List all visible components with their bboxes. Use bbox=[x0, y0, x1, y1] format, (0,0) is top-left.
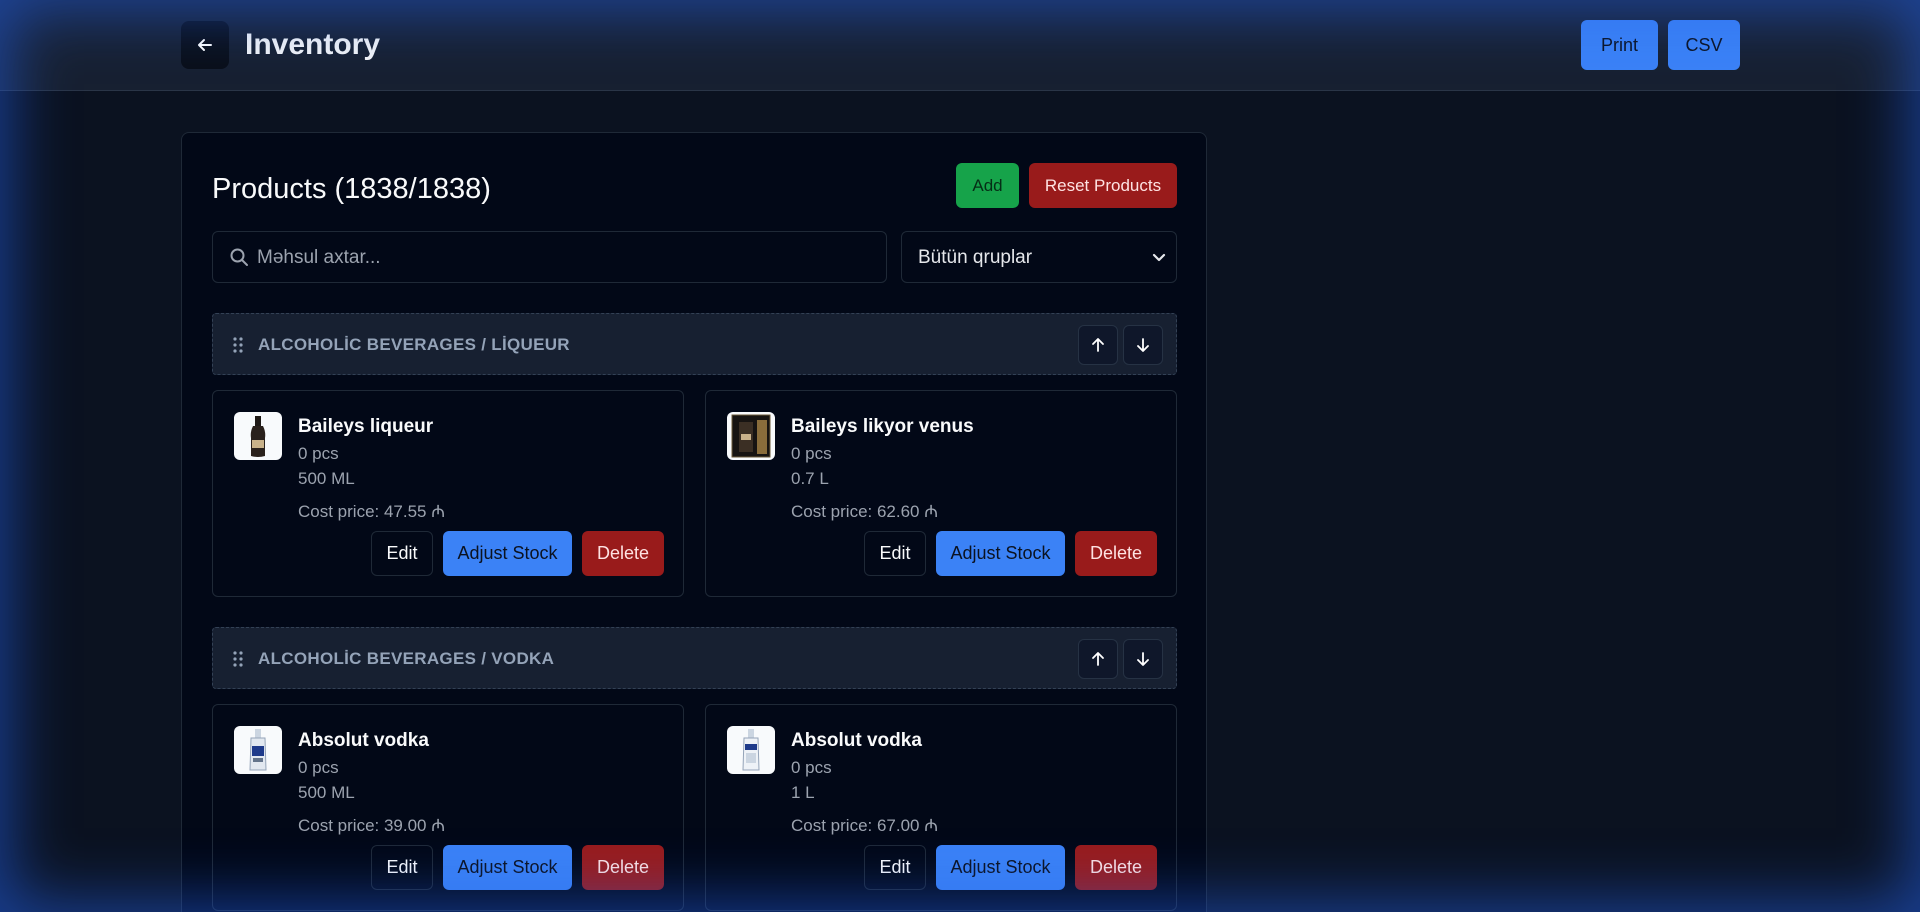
product-name: Absolut vodka bbox=[791, 730, 922, 751]
product-cost: Cost price: 39.00 ₼ bbox=[298, 816, 446, 835]
product-thumbnail bbox=[234, 412, 282, 460]
bottle-icon bbox=[249, 729, 267, 771]
group-filter-value: Bütün qruplar bbox=[918, 247, 1033, 268]
product-thumbnail bbox=[234, 726, 282, 774]
drag-handle-icon[interactable] bbox=[233, 337, 243, 353]
group-header[interactable]: ALCOHOLİC BEVERAGES / LİQUEUR bbox=[212, 313, 1177, 375]
product-name: Baileys likyor venus bbox=[791, 416, 974, 437]
product-thumbnail bbox=[727, 726, 775, 774]
arrow-down-icon bbox=[1137, 652, 1149, 666]
product-name: Absolut vodka bbox=[298, 730, 429, 751]
product-volume: 500 ML bbox=[298, 783, 355, 802]
arrow-up-icon bbox=[1092, 652, 1104, 666]
product-cost: Cost price: 67.00 ₼ bbox=[791, 816, 939, 835]
search-input[interactable] bbox=[257, 244, 857, 272]
product-quantity: 0 pcs bbox=[298, 758, 339, 777]
products-title: Products (1838/1838) bbox=[212, 173, 491, 205]
bottle-icon bbox=[742, 729, 760, 771]
move-down-button[interactable] bbox=[1123, 639, 1163, 679]
product-cost: Cost price: 62.60 ₼ bbox=[791, 502, 939, 521]
gift-box-icon bbox=[731, 414, 771, 458]
product-quantity: 0 pcs bbox=[298, 444, 339, 463]
adjust-stock-button[interactable]: Adjust Stock bbox=[936, 845, 1065, 890]
delete-button[interactable]: Delete bbox=[1075, 531, 1157, 576]
chevron-down-icon bbox=[1152, 253, 1166, 262]
group-filter-select[interactable]: Bütün qruplar bbox=[901, 231, 1177, 283]
move-down-button[interactable] bbox=[1123, 325, 1163, 365]
back-button[interactable] bbox=[181, 21, 229, 69]
adjust-stock-button[interactable]: Adjust Stock bbox=[443, 531, 572, 576]
product-thumbnail bbox=[727, 412, 775, 460]
arrow-up-icon bbox=[1092, 338, 1104, 352]
group-header[interactable]: ALCOHOLİC BEVERAGES / VODKA bbox=[212, 627, 1177, 689]
group-name: ALCOHOLİC BEVERAGES / LİQUEUR bbox=[258, 335, 570, 354]
product-quantity: 0 pcs bbox=[791, 444, 832, 463]
group-name: ALCOHOLİC BEVERAGES / VODKA bbox=[258, 649, 555, 668]
move-up-button[interactable] bbox=[1078, 639, 1118, 679]
product-cost: Cost price: 47.55 ₼ bbox=[298, 502, 446, 521]
add-product-button[interactable]: Add bbox=[956, 163, 1019, 208]
drag-handle-icon[interactable] bbox=[233, 651, 243, 667]
move-up-button[interactable] bbox=[1078, 325, 1118, 365]
adjust-stock-button[interactable]: Adjust Stock bbox=[936, 531, 1065, 576]
reset-products-button[interactable]: Reset Products bbox=[1029, 163, 1177, 208]
search-box bbox=[212, 231, 887, 283]
top-bar: Inventory Print CSV bbox=[0, 0, 1920, 91]
product-volume: 0.7 L bbox=[791, 469, 829, 488]
product-card: Absolut vodka 0 pcs 500 ML Cost price: 3… bbox=[212, 704, 684, 911]
arrow-down-icon bbox=[1137, 338, 1149, 352]
search-icon bbox=[230, 248, 248, 266]
delete-button[interactable]: Delete bbox=[582, 845, 664, 890]
edit-button[interactable]: Edit bbox=[371, 845, 433, 890]
edit-button[interactable]: Edit bbox=[371, 531, 433, 576]
product-card: Absolut vodka 0 pcs 1 L Cost price: 67.0… bbox=[705, 704, 1177, 911]
product-volume: 500 ML bbox=[298, 469, 355, 488]
product-volume: 1 L bbox=[791, 783, 815, 802]
edit-button[interactable]: Edit bbox=[864, 531, 926, 576]
arrow-left-icon bbox=[198, 39, 212, 51]
product-card: Baileys liqueur 0 pcs 500 ML Cost price:… bbox=[212, 390, 684, 597]
bottle-icon bbox=[250, 416, 266, 457]
products-panel: Products (1838/1838) Add Reset Products … bbox=[181, 132, 1207, 912]
page-title: Inventory bbox=[245, 28, 381, 61]
edit-button[interactable]: Edit bbox=[864, 845, 926, 890]
delete-button[interactable]: Delete bbox=[1075, 845, 1157, 890]
print-button[interactable]: Print bbox=[1581, 20, 1658, 70]
adjust-stock-button[interactable]: Adjust Stock bbox=[443, 845, 572, 890]
delete-button[interactable]: Delete bbox=[582, 531, 664, 576]
product-name: Baileys liqueur bbox=[298, 416, 434, 437]
product-quantity: 0 pcs bbox=[791, 758, 832, 777]
csv-export-button[interactable]: CSV bbox=[1668, 20, 1740, 70]
product-card: Baileys likyor venus 0 pcs 0.7 L Cost pr… bbox=[705, 390, 1177, 597]
